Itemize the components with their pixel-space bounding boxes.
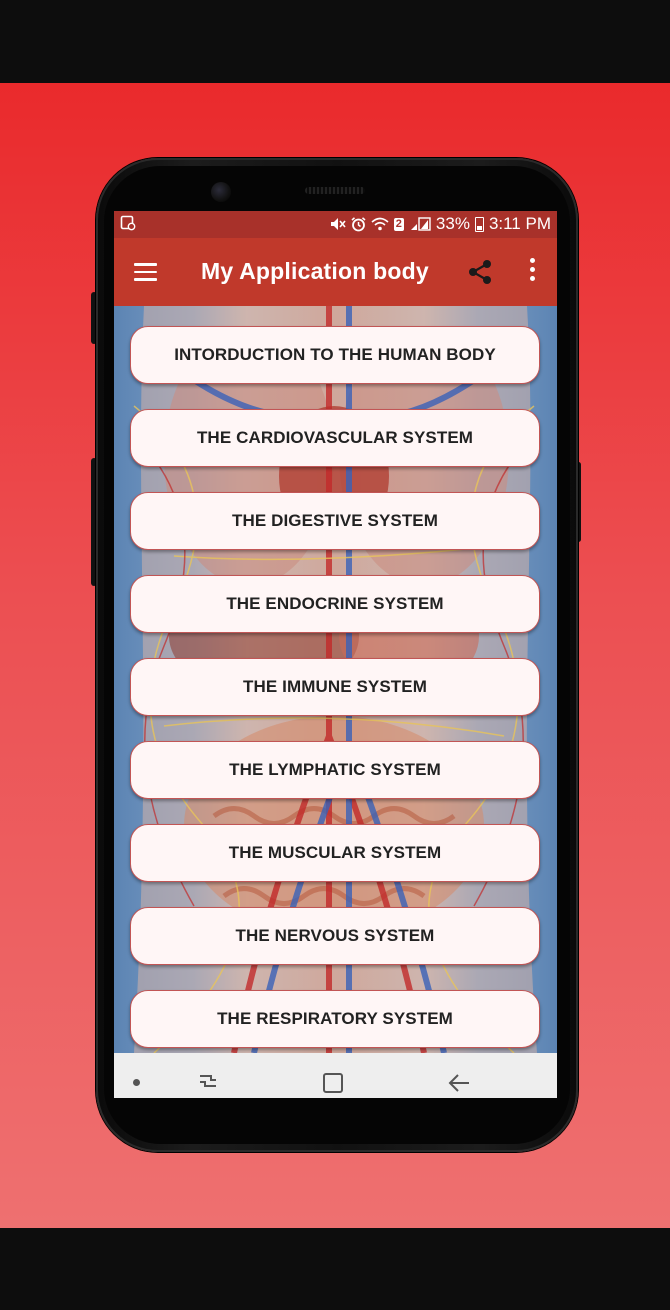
recent-apps-icon[interactable] xyxy=(197,1072,219,1092)
mute-icon xyxy=(330,218,346,230)
battery-percent: 33% xyxy=(435,214,470,233)
app-toolbar: My Application body xyxy=(114,238,557,306)
hamburger-menu-icon[interactable] xyxy=(134,263,157,281)
clock: 3:11 PM xyxy=(488,214,551,233)
front-camera xyxy=(211,182,231,202)
wifi-icon xyxy=(371,217,389,231)
digestive-system-button[interactable]: THE DIGESTIVE SYSTEM xyxy=(130,492,540,550)
battery-icon xyxy=(474,216,484,232)
nervous-system-button[interactable]: THE NERVOUS SYSTEM xyxy=(130,907,540,965)
earpiece-speaker xyxy=(305,187,365,194)
app-title: My Application body xyxy=(201,258,429,284)
body-systems-list: INTORDUCTION TO THE HUMAN BODY THE CARDI… xyxy=(114,306,557,1053)
lymphatic-system-button[interactable]: THE LYMPHATIC SYSTEM xyxy=(130,741,540,799)
more-vertical-icon[interactable] xyxy=(524,258,540,286)
phone-screen: 2 33% 3:11 PM My Application body INTORD… xyxy=(114,211,557,1098)
introduction-button[interactable]: INTORDUCTION TO THE HUMAN BODY xyxy=(130,326,540,384)
respiratory-system-button[interactable]: THE RESPIRATORY SYSTEM xyxy=(130,990,540,1048)
immune-system-button[interactable]: THE IMMUNE SYSTEM xyxy=(130,658,540,716)
bottom-black-band xyxy=(0,1228,670,1310)
system-navigation-bar xyxy=(114,1053,557,1098)
notification-count-badge: 2 xyxy=(393,217,404,231)
cardiovascular-system-button[interactable]: THE CARDIOVASCULAR SYSTEM xyxy=(130,409,540,467)
endocrine-system-button[interactable]: THE ENDOCRINE SYSTEM xyxy=(130,575,540,633)
muscular-system-button[interactable]: THE MUSCULAR SYSTEM xyxy=(130,824,540,882)
share-icon[interactable] xyxy=(466,258,494,286)
back-arrow-icon[interactable] xyxy=(447,1072,471,1094)
alarm-icon xyxy=(351,216,366,231)
status-bar: 2 33% 3:11 PM xyxy=(114,211,557,238)
status-icons: 2 33% 3:11 PM xyxy=(330,214,551,234)
nav-dot-indicator xyxy=(133,1079,140,1086)
signal-strength-icon xyxy=(410,217,431,231)
top-black-band xyxy=(0,0,670,83)
home-icon[interactable] xyxy=(322,1072,344,1094)
screenshot-notification-icon xyxy=(120,215,136,231)
